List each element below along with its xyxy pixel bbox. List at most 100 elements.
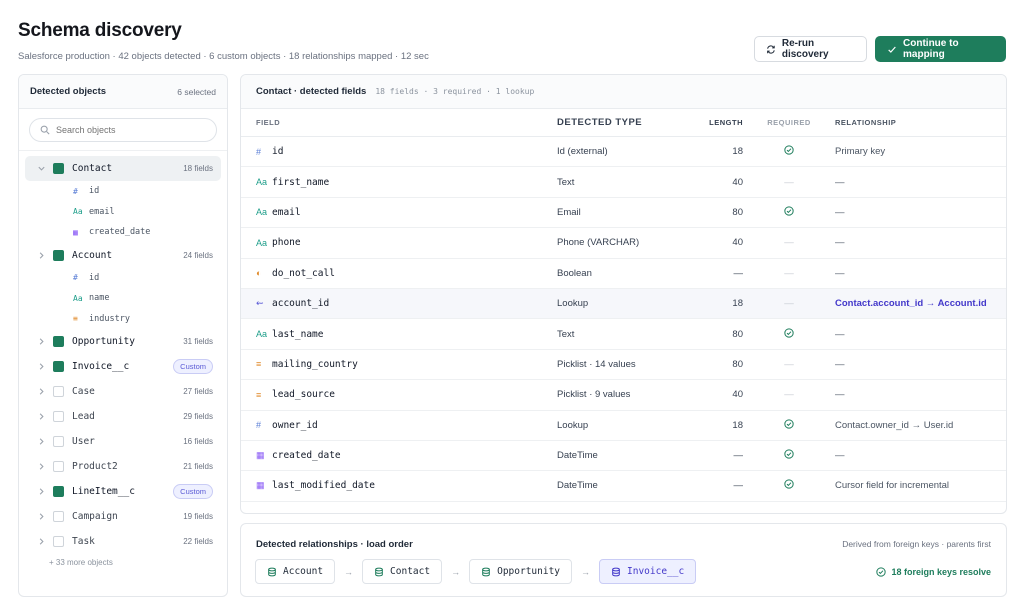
object-name: Campaign	[72, 511, 118, 522]
child-field-created-date[interactable]: ▦ created_date	[19, 222, 227, 243]
sidebar-divider	[19, 150, 227, 151]
search-objects-field[interactable]	[29, 118, 217, 142]
chevron-right-icon[interactable]	[37, 337, 46, 346]
child-field-email[interactable]: Aa email	[19, 202, 227, 223]
checkbox-task[interactable]	[53, 536, 64, 547]
checkbox-lineitem[interactable]	[53, 486, 64, 497]
field-length: —	[733, 267, 744, 279]
field-relationship[interactable]: Contact.account_id → Account.id	[835, 298, 1006, 309]
checkbox-lead[interactable]	[53, 411, 64, 422]
table-row[interactable]: ▦ created_date DateTime — —	[241, 441, 1006, 472]
checkbox-opportunity[interactable]	[53, 336, 64, 347]
rerun-discovery-button[interactable]: Re-run discovery	[754, 36, 867, 62]
object-item-product2[interactable]: Product2 21 fields	[25, 454, 221, 479]
table-row[interactable]: Aa first_name Text 40 — —	[241, 167, 1006, 198]
object-item-campaign[interactable]: Campaign 19 fields	[25, 504, 221, 529]
field-cell: ⇜ account_id	[241, 298, 557, 309]
chain-node-opportunity[interactable]: Opportunity	[469, 559, 573, 584]
not-required-dash: —	[784, 389, 794, 401]
column-header-required[interactable]: REQUIRED	[743, 118, 835, 127]
field-relationship: —	[835, 450, 845, 462]
field-name: email	[272, 206, 301, 218]
field-relationship: —	[835, 389, 845, 401]
foreign-keys-status-label: 18 foreign keys resolve	[891, 567, 991, 577]
chain-node-invoice[interactable]: Invoice__c	[599, 559, 697, 584]
more-objects-link[interactable]: + 33 more objects	[19, 558, 227, 567]
table-body: # id Id (external) 18 Primary key Aa first_nam…	[241, 137, 1006, 502]
column-header-field[interactable]: FIELD	[241, 118, 557, 127]
table-row[interactable]: ◐ do_not_call Boolean — — —	[241, 259, 1006, 289]
search-icon	[40, 125, 50, 135]
chevron-right-icon[interactable]	[37, 512, 46, 521]
field-length: —	[733, 480, 744, 492]
child-field-industry[interactable]: ≡ industry	[19, 309, 227, 330]
table-row[interactable]: ≡ lead_source Picklist · 9 values 40 — —	[241, 380, 1006, 411]
table-row[interactable]: ⇜ account_id Lookup 18 — Contact.account_id →…	[241, 288, 1006, 320]
object-item-invoice[interactable]: Invoice__c Custom	[25, 354, 221, 379]
search-objects-input[interactable]	[56, 125, 206, 135]
table-row[interactable]: Aa last_name Text 80 —	[241, 319, 1006, 350]
object-name: Invoice__c	[72, 361, 130, 372]
table-row[interactable]: ≡ mailing_country Picklist · 14 values 80 — —	[241, 350, 1006, 381]
object-field-count: 29 fields	[183, 412, 213, 421]
selected-count: 6 selected	[177, 86, 216, 97]
checkbox-invoice[interactable]	[53, 361, 64, 372]
table-row[interactable]: Aa phone Phone (VARCHAR) 40— —	[241, 228, 1006, 259]
checkbox-contact[interactable]	[53, 163, 64, 174]
custom-badge: Custom	[173, 484, 213, 499]
checkbox-product2[interactable]	[53, 461, 64, 472]
checkbox-case[interactable]	[53, 386, 64, 397]
table-row[interactable]: Aa email Email 80—	[241, 198, 1006, 229]
checkbox-campaign[interactable]	[53, 511, 64, 522]
object-item-task[interactable]: Task 22 fields	[25, 529, 221, 554]
chevron-right-icon[interactable]	[37, 251, 46, 260]
chain-node-contact[interactable]: Contact	[362, 559, 443, 584]
checkbox-account[interactable]	[53, 249, 64, 261]
object-item-case[interactable]: Case 27 fields	[25, 379, 221, 404]
chevron-right-icon[interactable]	[37, 462, 46, 471]
checkbox-user[interactable]	[53, 436, 64, 447]
object-item-contact[interactable]: Contact 18 fields	[25, 156, 221, 181]
table-row[interactable]: ▦ last_modified_date DateTime — Cursor field…	[241, 471, 1006, 502]
object-item-opportunity[interactable]: Opportunity 31 fields	[25, 329, 221, 354]
column-header-relationship[interactable]: RELATIONSHIP	[835, 118, 1006, 127]
table-row[interactable]: # id Id (external) 18 Primary key	[241, 137, 1006, 168]
text-icon: Aa	[256, 207, 268, 218]
chain-node-account[interactable]: Account	[255, 559, 336, 584]
chevron-right-icon[interactable]	[37, 487, 46, 496]
continue-to-mapping-button[interactable]: Continue to mapping	[875, 36, 1006, 62]
object-item-lead[interactable]: Lead 29 fields	[25, 404, 221, 429]
field-type: Lookup	[557, 419, 589, 431]
field-length: 80	[732, 358, 743, 370]
object-name: Opportunity	[72, 336, 135, 347]
hash-icon: #	[256, 146, 262, 157]
chevron-right-icon[interactable]	[37, 437, 46, 446]
text-icon: Aa	[256, 237, 268, 248]
child-field-id[interactable]: # id	[19, 181, 227, 202]
not-required-dash: —	[784, 176, 794, 188]
child-field-name[interactable]: Aa name	[19, 288, 227, 309]
object-item-account[interactable]: Account 24 fields	[25, 243, 221, 268]
detected-objects-header: Detected objects 6 selected	[19, 75, 227, 109]
text-icon: Aa	[256, 177, 268, 188]
child-field-label: industry	[89, 313, 130, 324]
detected-objects-panel: Detected objects 6 selected Contact 18 f…	[18, 74, 228, 597]
chevron-right-icon[interactable]	[37, 387, 46, 396]
object-item-user[interactable]: User 16 fields	[25, 429, 221, 454]
field-required	[743, 206, 835, 219]
field-name: owner_id	[272, 419, 318, 431]
chevron-down-icon[interactable]	[37, 164, 46, 173]
field-relationship: —	[835, 237, 845, 249]
child-field-label: id	[89, 272, 100, 283]
object-item-lineitem[interactable]: LineItem__c Custom	[25, 479, 221, 504]
field-cell: Aa last_name	[241, 329, 557, 340]
hash-icon: #	[73, 186, 78, 196]
column-header-type[interactable]: DETECTED TYPE	[557, 117, 697, 128]
object-name: Contact	[72, 163, 113, 174]
table-row[interactable]: # owner_id Lookup 18 Contact.owner_id → User…	[241, 411, 1006, 441]
child-field-id[interactable]: # id	[19, 268, 227, 289]
chevron-right-icon[interactable]	[37, 412, 46, 421]
chevron-right-icon[interactable]	[37, 537, 46, 546]
column-header-length[interactable]: LENGTH	[697, 118, 743, 127]
chevron-right-icon[interactable]	[37, 362, 46, 371]
